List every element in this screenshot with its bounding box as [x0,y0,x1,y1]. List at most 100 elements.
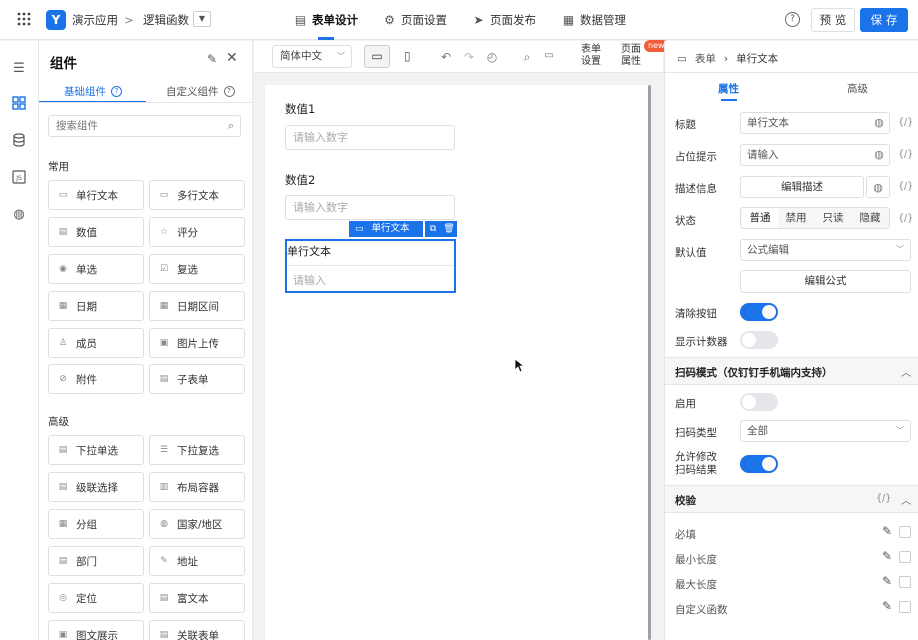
help-icon[interactable]: ? [785,12,800,27]
tab-advanced[interactable]: 高级 [847,81,868,96]
component-subform[interactable]: ▤ 子表单 [149,364,245,394]
component-image-text[interactable]: ▣ 图文展示 [48,620,144,640]
custom-function-checkbox[interactable] [899,601,911,613]
field1-input[interactable]: 请输入数字 [285,125,455,150]
component-radio[interactable]: ◉ 单选 [48,254,144,284]
edit-description-button[interactable]: 编辑描述 [740,176,864,198]
search-input[interactable] [49,116,214,136]
selected-field[interactable]: 单行文本 请输入 [285,239,456,293]
max-length-checkbox[interactable] [899,576,911,588]
component-group[interactable]: ▦ 分组 [48,509,144,539]
clear-button-toggle[interactable] [740,303,778,321]
save-button[interactable]: 保 存 [860,8,908,32]
field2-input[interactable]: 请输入数字 [285,195,455,220]
tab-form-design[interactable]: ▤ 表单设计 [294,12,358,28]
component-image-upload[interactable]: ▣ 图片上传 [149,328,245,358]
component-number[interactable]: ▤ 数值 [48,217,144,247]
scan-enable-toggle[interactable] [740,393,778,411]
component-location[interactable]: ◎ 定位 [48,583,144,613]
code-icon[interactable]: ▭ [542,50,556,61]
redo-icon[interactable]: ↷ [462,50,476,64]
copy-icon[interactable]: ⧉ [425,221,441,237]
chevron-up-icon[interactable]: ︿ [901,492,911,507]
component-checkbox[interactable]: ☑ 复选 [149,254,245,284]
default-value-select[interactable]: 公式编辑 ﹀ [740,239,911,261]
component-related-form[interactable]: ▤ 关联表单 [149,620,245,640]
globe-icon[interactable]: ◍ [868,112,890,134]
globe-icon[interactable]: ◍ [10,206,28,224]
canvas-scrollbar[interactable] [648,85,651,640]
validation-section-header[interactable]: 校验 {/} ︿ [665,485,918,513]
tab-properties[interactable]: 属性 [718,81,739,96]
edit-icon[interactable]: ✎ [882,599,892,613]
tab-basic-components[interactable]: 基础组件? [64,84,122,99]
allow-edit-scan-toggle[interactable] [740,455,778,473]
form-settings-button[interactable]: 表单 设置 [581,44,601,68]
component-address[interactable]: ✎ 地址 [149,546,245,576]
tab-data-management[interactable]: ▦ 数据管理 [562,12,626,28]
component-attachment[interactable]: ⊘ 附件 [48,364,144,394]
component-date-range[interactable]: ▦ 日期区间 [149,291,245,321]
edit-icon[interactable]: ✎ [882,524,892,538]
selected-field-input[interactable]: 请输入 [293,272,326,288]
outline-tree-icon[interactable]: ☰ [10,60,28,78]
globe-icon[interactable]: ◍ [866,176,890,198]
component-rich-text[interactable]: ▤ 富文本 [149,583,245,613]
app-name[interactable]: 演示应用 [72,12,118,28]
component-member[interactable]: ♙ 成员 [48,328,144,358]
trash-icon[interactable]: 🗑 [441,221,457,237]
search-icon[interactable]: ⌕ [520,50,534,65]
component-country-region[interactable]: ◍ 国家/地区 [149,509,245,539]
component-single-line-text[interactable]: ▭ 单行文本 [48,180,144,210]
component-rating[interactable]: ☆ 评分 [149,217,245,247]
breadcrumb-root[interactable]: 表单 [695,51,716,66]
apps-grid-icon[interactable] [17,12,31,26]
variable-binding-icon[interactable]: {/} [898,149,913,160]
component-cascade-select[interactable]: ▤ 级联选择 [48,472,144,502]
form-canvas[interactable]: 数值1 请输入数字 数值2 请输入数字 ▭ 单行文本 ⧉ 🗑 单行文本 请输入 [265,85,649,640]
required-checkbox[interactable] [899,526,911,538]
form-switch-dropdown[interactable]: ▼ [193,11,211,27]
undo-icon[interactable]: ↶ [439,50,453,64]
desktop-view-icon[interactable]: ▭ [364,45,390,68]
scan-mode-section-header[interactable]: 扫码模式（仅钉钉手机端内支持） ︿ [665,357,918,385]
history-icon[interactable]: ◴ [485,50,499,64]
component-dropdown-single[interactable]: ▤ 下拉单选 [48,435,144,465]
component-multi-line-text[interactable]: ▭ 多行文本 [149,180,245,210]
edit-formula-button[interactable]: 编辑公式 [740,270,911,293]
state-hidden[interactable]: 隐藏 [852,208,888,228]
page-properties-button[interactable]: 页面 属性 [621,44,641,68]
globe-icon[interactable]: ◍ [868,144,890,166]
form-name[interactable]: 逻辑函数 [143,12,189,28]
component-department[interactable]: ▤ 部门 [48,546,144,576]
state-normal[interactable]: 普通 [742,208,778,228]
min-length-checkbox[interactable] [899,551,911,563]
variable-binding-icon[interactable]: {/} [876,493,891,504]
components-grid-icon[interactable] [10,96,28,114]
variable-binding-icon[interactable]: {/} [898,181,913,192]
tab-page-settings[interactable]: ⚙ 页面设置 [383,12,447,28]
component-date[interactable]: ▦ 日期 [48,291,144,321]
show-counter-toggle[interactable] [740,331,778,349]
component-dropdown-multi[interactable]: ☰ 下拉复选 [149,435,245,465]
mobile-view-icon[interactable]: ▯ [404,49,411,63]
state-readonly[interactable]: 只读 [815,208,851,228]
chevron-up-icon[interactable]: ︿ [901,364,911,379]
close-icon[interactable]: ✕ [226,50,238,66]
tab-custom-components[interactable]: 自定义组件? [166,84,235,99]
database-icon[interactable] [10,133,28,151]
state-disabled[interactable]: 禁用 [778,208,814,228]
language-select[interactable]: 简体中文 ﹀ [272,45,352,68]
scan-type-select[interactable]: 全部 ﹀ [740,420,911,442]
selected-component-tag[interactable]: ▭ 单行文本 [349,221,423,237]
field1-label[interactable]: 数值1 [285,101,315,117]
preview-button[interactable]: 预 览 [811,8,855,32]
pin-icon[interactable]: ✎ [207,52,217,66]
tab-page-publish[interactable]: ➤ 页面发布 [472,12,536,28]
field2-label[interactable]: 数值2 [285,172,315,188]
edit-icon[interactable]: ✎ [882,574,892,588]
component-layout-container[interactable]: ▥ 布局容器 [149,472,245,502]
variable-binding-icon[interactable]: {/} [898,117,913,128]
variable-binding-icon[interactable]: {/} [898,213,913,224]
edit-icon[interactable]: ✎ [882,549,892,563]
